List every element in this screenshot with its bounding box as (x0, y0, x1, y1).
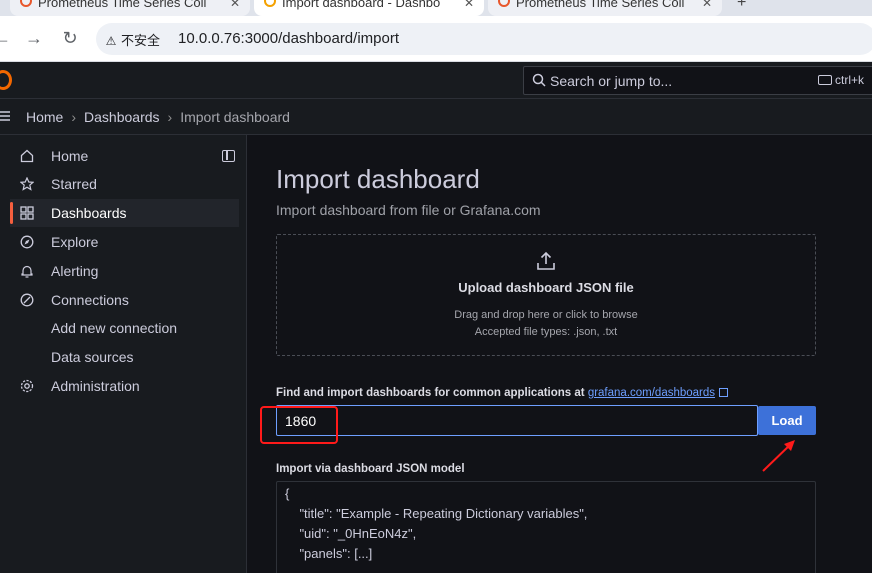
warning-icon: ⚠ (105, 34, 117, 48)
close-tab-icon[interactable]: ✕ (702, 0, 712, 12)
reload-icon[interactable]: ↻ (58, 26, 82, 50)
upload-icon (537, 251, 555, 270)
forward-icon[interactable]: → (22, 26, 46, 50)
browser-tab-bar: Prometheus Time Series Coll ✕ Import das… (0, 0, 872, 16)
shortcut-text: ctrl+k (835, 73, 865, 87)
keyboard-icon (818, 75, 832, 85)
close-tab-icon[interactable]: ✕ (230, 0, 240, 12)
close-tab-icon[interactable]: ✕ (464, 0, 474, 12)
sidebar-item-add-new-connection[interactable]: Add new connection (10, 314, 239, 342)
new-tab-icon[interactable]: + (737, 0, 746, 12)
sidebar-item-home[interactable]: Home (10, 142, 239, 170)
annotation-highlight-box (260, 406, 338, 444)
breadcrumb-home[interactable]: Home (26, 109, 63, 125)
sidebar-item-data-sources[interactable]: Data sources (10, 343, 239, 371)
sidebar-item-dashboards[interactable]: Dashboards (10, 199, 239, 227)
browser-tab-2[interactable]: Import dashboard - Dashbo ✕ (254, 0, 484, 16)
sidebar-item-alerting[interactable]: Alerting (10, 257, 239, 285)
upload-title: Upload dashboard JSON file (458, 280, 634, 295)
prometheus-favicon-icon (498, 0, 510, 7)
browser-tab-1[interactable]: Prometheus Time Series Coll ✕ (10, 0, 250, 16)
menu-icon[interactable] (0, 110, 10, 122)
grafana-top-bar: Search or jump to... ctrl+k (0, 62, 872, 99)
browser-tab-title: Prometheus Time Series Coll (516, 0, 685, 10)
browser-tab-title: Import dashboard - Dashbo (282, 0, 441, 10)
breadcrumb-bar: Home › Dashboards › Import dashboard (0, 99, 872, 135)
json-model-label: Import via dashboard JSON model (276, 463, 465, 475)
breadcrumb-current: Import dashboard (180, 109, 290, 125)
search-icon (532, 73, 546, 87)
sidebar-item-label: Dashboards (51, 205, 127, 221)
keyboard-shortcut: ctrl+k (818, 73, 864, 87)
sidebar-item-explore[interactable]: Explore (10, 228, 239, 256)
cog-icon (20, 379, 34, 393)
external-link-icon (719, 388, 729, 397)
load-button[interactable]: Load (758, 406, 816, 435)
upload-file-types: Accepted file types: .json, .txt (474, 326, 618, 338)
sidebar-item-label: Connections (51, 292, 129, 308)
sidebar-item-starred[interactable]: Starred (10, 170, 239, 198)
upload-hint: Drag and drop here or click to browse (454, 309, 638, 321)
page-title: Import dashboard (276, 164, 480, 194)
sidebar-item-connections[interactable]: Connections (10, 286, 239, 314)
grafana-dashboards-link[interactable]: grafana.com/dashboards (588, 387, 715, 399)
browser-address-bar: ← → ↻ ⚠ 不安全 10.0.0.76:3000/dashboard/impo… (0, 16, 872, 62)
upload-dropzone[interactable]: Upload dashboard JSON file Drag and drop… (276, 234, 816, 356)
sidebar-item-label: Explore (51, 234, 99, 250)
sidebar-item-administration[interactable]: Administration (10, 372, 239, 400)
find-dashboards-label: Find and import dashboards for common ap… (276, 387, 729, 399)
json-line: "uid": "_0HnEoN4z", (285, 526, 417, 541)
security-label: 不安全 (121, 33, 161, 48)
breadcrumb-dashboards[interactable]: Dashboards (84, 109, 160, 125)
sidebar-item-label: Administration (51, 378, 140, 394)
browser-tab-title: Prometheus Time Series Coll (38, 0, 207, 10)
home-icon (20, 149, 34, 163)
url-text[interactable]: 10.0.0.76:3000/dashboard/import (178, 30, 399, 47)
grafana-logo-icon[interactable] (0, 70, 12, 90)
dashboard-id-input[interactable] (276, 405, 758, 436)
grafana-favicon-icon (264, 0, 276, 7)
sidebar-item-label: Home (51, 148, 89, 164)
search-placeholder: Search or jump to... (550, 73, 673, 89)
omnibox[interactable]: ⚠ 不安全 10.0.0.76:3000/dashboard/import (96, 23, 872, 55)
apps-icon (20, 206, 34, 220)
search-box[interactable]: Search or jump to... ctrl+k (523, 66, 872, 95)
breadcrumb: Home › Dashboards › Import dashboard (26, 109, 290, 125)
back-icon[interactable]: ← (0, 26, 14, 50)
breadcrumb-separator: › (71, 109, 77, 125)
sidebar-item-label: Alerting (51, 263, 99, 279)
link-icon (20, 293, 34, 307)
json-line: "title": "Example - Repeating Dictionary… (285, 506, 588, 521)
breadcrumb-separator: › (167, 109, 173, 125)
annotation-arrow-icon (762, 440, 795, 472)
json-model-editor[interactable]: { "title": "Example - Repeating Dictiona… (276, 481, 816, 573)
compass-icon (20, 235, 34, 249)
sidebar-item-label: Add new connection (51, 320, 178, 336)
browser-tab-3[interactable]: Prometheus Time Series Coll ✕ (488, 0, 722, 16)
find-label-text: Find and import dashboards for common ap… (276, 387, 585, 399)
json-line: { (285, 486, 290, 501)
star-icon (20, 177, 34, 191)
bell-icon (21, 265, 33, 278)
prometheus-favicon-icon (20, 0, 32, 7)
sidebar-item-label: Data sources (51, 349, 134, 365)
json-line: "panels": [...] (285, 546, 373, 561)
sidebar-item-label: Starred (51, 176, 97, 192)
security-indicator[interactable]: ⚠ 不安全 (104, 30, 160, 49)
page-subtitle: Import dashboard from file or Grafana.co… (276, 202, 541, 218)
